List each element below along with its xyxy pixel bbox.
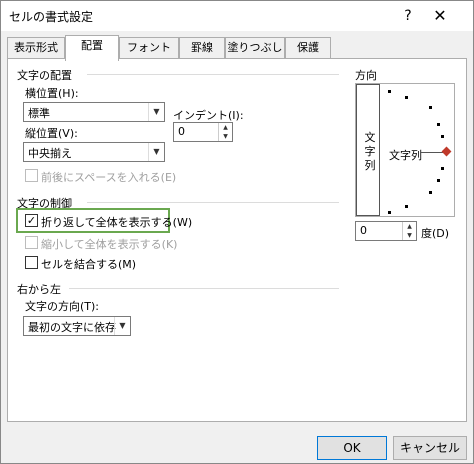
dial-tick xyxy=(388,211,391,214)
horizontal-label: 横位置(H): xyxy=(25,87,79,100)
tab-protection[interactable]: 保護 xyxy=(285,37,331,59)
dial-text-label: 文字列 xyxy=(389,149,422,162)
chevron-down-icon: ▼ xyxy=(114,317,130,335)
chevron-down-icon: ▼ xyxy=(148,143,164,161)
merge-cells-label: セルを結合する(M) xyxy=(41,258,137,271)
spin-up-icon[interactable]: ▲ xyxy=(219,123,232,132)
degrees-stepper[interactable]: 0 ▲ ▼ xyxy=(355,221,417,241)
format-cells-dialog: セルの書式設定 ? ✕ 表示形式 配置 フォント 罫線 塗りつぶし 保護 文字の… xyxy=(0,0,474,464)
spin-up-icon[interactable]: ▲ xyxy=(403,222,416,231)
vertical-select[interactable]: 中央揃え ▼ xyxy=(23,142,165,162)
tab-number[interactable]: 表示形式 xyxy=(7,37,65,59)
alignment-section-title: 文字の配置 xyxy=(17,69,72,82)
spin-down-icon[interactable]: ▼ xyxy=(219,132,232,141)
justify-distributed-checkbox[interactable] xyxy=(25,169,38,182)
text-direction-label: 文字の方向(T): xyxy=(25,300,100,313)
window-title: セルの書式設定 xyxy=(9,10,94,24)
chevron-down-icon: ▼ xyxy=(148,103,164,121)
help-icon[interactable]: ? xyxy=(393,5,423,27)
justify-distributed-label: 前後にスペースを入れる(E) xyxy=(41,171,177,184)
dial-tick xyxy=(429,191,432,194)
indent-value: 0 xyxy=(178,125,185,138)
text-direction-select[interactable]: 最初の文字に依存 ▼ xyxy=(23,316,131,336)
text-direction-value: 最初の文字に依存 xyxy=(28,321,116,334)
merge-cells-checkbox[interactable] xyxy=(25,256,38,269)
horizontal-value: 標準 xyxy=(28,107,50,120)
indent-spin-buttons[interactable]: ▲ ▼ xyxy=(218,123,232,141)
dial-tick xyxy=(429,106,432,109)
indent-label: インデント(I): xyxy=(173,109,244,122)
wrap-text-checkbox[interactable]: ✓ xyxy=(25,214,38,227)
vertical-text-label: 文字列 xyxy=(364,131,376,172)
dial-tick xyxy=(441,167,444,170)
dial-tick xyxy=(437,123,440,126)
rtl-section-title: 右から左 xyxy=(17,283,61,296)
spin-down-icon[interactable]: ▼ xyxy=(403,231,416,240)
dial-tick xyxy=(441,135,444,138)
degrees-value: 0 xyxy=(360,224,367,237)
text-control-divider xyxy=(87,202,339,203)
wrap-text-label: 折り返して全体を表示する(W) xyxy=(41,216,193,229)
vertical-value: 中央揃え xyxy=(28,147,72,160)
rtl-divider xyxy=(69,288,339,289)
close-icon[interactable]: ✕ xyxy=(425,5,455,27)
degrees-label: 度(D) xyxy=(421,227,450,240)
ok-button[interactable]: OK xyxy=(317,436,387,460)
vertical-label: 縦位置(V): xyxy=(25,127,78,140)
tab-font[interactable]: フォント xyxy=(119,37,179,59)
title-bar: セルの書式設定 ? ✕ xyxy=(1,1,473,31)
shrink-to-fit-label: 縮小して全体を表示する(K) xyxy=(41,238,178,251)
horizontal-select[interactable]: 標準 ▼ xyxy=(23,102,165,122)
dial-tick xyxy=(437,179,440,182)
degrees-spin-buttons[interactable]: ▲ ▼ xyxy=(402,222,416,240)
dial-tick xyxy=(405,96,408,99)
shrink-to-fit-checkbox[interactable] xyxy=(25,236,38,249)
tab-alignment[interactable]: 配置 xyxy=(65,35,119,61)
orientation-section-title: 方向 xyxy=(355,69,377,82)
cancel-button[interactable]: キャンセル xyxy=(393,436,467,460)
dial-tick xyxy=(388,90,391,93)
indent-stepper[interactable]: 0 ▲ ▼ xyxy=(173,122,233,142)
tab-border[interactable]: 罫線 xyxy=(179,37,225,59)
tab-fill[interactable]: 塗りつぶし xyxy=(225,37,285,59)
dial-tick xyxy=(405,205,408,208)
alignment-divider xyxy=(87,74,339,75)
